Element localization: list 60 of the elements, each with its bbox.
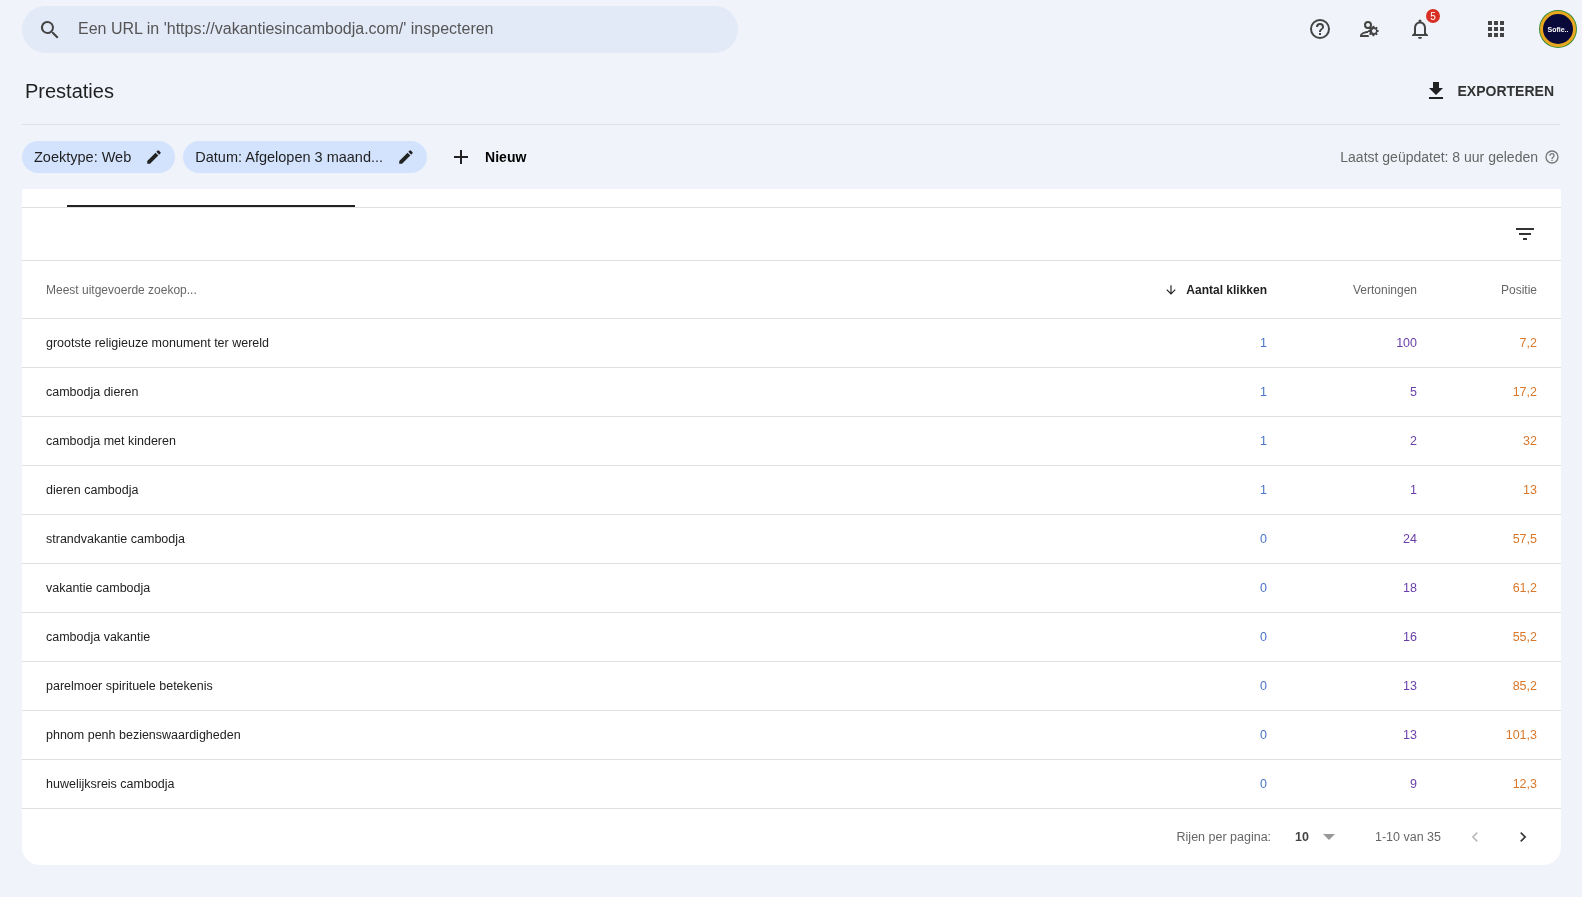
- table-cell-text: huwelijksreis cambodja: [46, 777, 176, 791]
- table-cell-text: 0: [1259, 581, 1267, 595]
- filter-chip[interactable]: Datum: Afgelopen 3 maand...: [183, 141, 428, 173]
- table-cell-text: 7,2: [1518, 336, 1537, 350]
- table-cell-text: 5: [1409, 385, 1417, 399]
- table-cell-text: 18: [1402, 581, 1417, 595]
- table-cell-text: 1: [1259, 434, 1267, 448]
- table-cell-text: grootste religieuze monument ter wereld: [46, 336, 271, 350]
- table-cell-text: 85,2: [1511, 679, 1537, 693]
- search-field[interactable]: Een URL in 'https://vakantiesincambodja.com/' inspecteren: [22, 5, 738, 53]
- rows-per-page-label: Rijen per pagina:: [1176, 830, 1272, 844]
- table-cell-text: 0: [1259, 777, 1267, 791]
- help-icon: [1308, 17, 1332, 41]
- page-range-text: 1-10 van 35: [1374, 830, 1441, 844]
- table-cell-text: 2: [1409, 434, 1417, 448]
- table-cell-text: 0: [1259, 728, 1267, 742]
- table-cell-text: 57,5: [1511, 532, 1537, 546]
- table-cell-text: parelmoer spirituele betekenis: [46, 679, 214, 693]
- table-cell-text: 16: [1402, 630, 1417, 644]
- table-cell-text: 0: [1259, 679, 1267, 693]
- table-cell-text: 13: [1402, 679, 1417, 693]
- table-cell-text: 17,2: [1511, 385, 1537, 399]
- column-header[interactable]: Aantal klikken: [1077, 282, 1267, 297]
- table-cell-text: 13: [1522, 483, 1537, 497]
- table-cell-text: 32: [1522, 434, 1537, 448]
- table-cell-text: 13: [1402, 728, 1417, 742]
- table-cell-text: 1: [1259, 483, 1267, 497]
- pencil-icon: [145, 148, 164, 166]
- help-icon: [1544, 149, 1560, 165]
- table-cell-text: 55,2: [1511, 630, 1537, 644]
- page-title: Prestaties: [25, 79, 114, 103]
- table-cell-text: 100: [1395, 336, 1417, 350]
- table-cell-text: phnom penh bezienswaardigheden: [46, 728, 242, 742]
- rows-per-page-select[interactable]: 10: [1289, 829, 1341, 845]
- dropdown-caret-icon: [1322, 834, 1335, 840]
- column-header[interactable]: Positie: [1417, 282, 1537, 297]
- table-cell-text: 1: [1259, 336, 1267, 350]
- table-cell-text: cambodja dieren: [46, 385, 140, 399]
- last-updated-text: Laatst geüpdatet: 8 uur geleden: [1340, 149, 1538, 165]
- table-cell-text: 0: [1259, 630, 1267, 644]
- table-cell-text: strandvakantie cambodja: [46, 532, 186, 546]
- table-cell-text: 1: [1409, 483, 1417, 497]
- export-button[interactable]: EXPORTEREN: [1417, 78, 1560, 104]
- table-cell-text: 101,3: [1504, 728, 1537, 742]
- notification-badge: 5: [1426, 9, 1440, 23]
- pencil-icon: [397, 148, 416, 166]
- table-cell-text: 1: [1259, 385, 1267, 399]
- table-cell-text: dieren cambodja: [46, 483, 140, 497]
- table-cell-text: 9: [1409, 777, 1417, 791]
- column-header[interactable]: Meest uitgevoerde zoekop...: [46, 282, 1077, 297]
- new-filter-button[interactable]: Nieuw: [443, 144, 533, 170]
- table-cell-text: 0: [1259, 532, 1267, 546]
- table-cell-text: cambodja met kinderen: [46, 434, 177, 448]
- table-cell-text: 24: [1402, 532, 1417, 546]
- table-cell-text: vakantie cambodja: [46, 581, 152, 595]
- table-cell-text: 61,2: [1511, 581, 1537, 595]
- filter-chip[interactable]: Zoektype: Web: [22, 141, 176, 173]
- table-cell-text: 12,3: [1511, 777, 1537, 791]
- table-cell-text: cambodja vakantie: [46, 630, 152, 644]
- column-header[interactable]: Vertoningen: [1267, 282, 1417, 297]
